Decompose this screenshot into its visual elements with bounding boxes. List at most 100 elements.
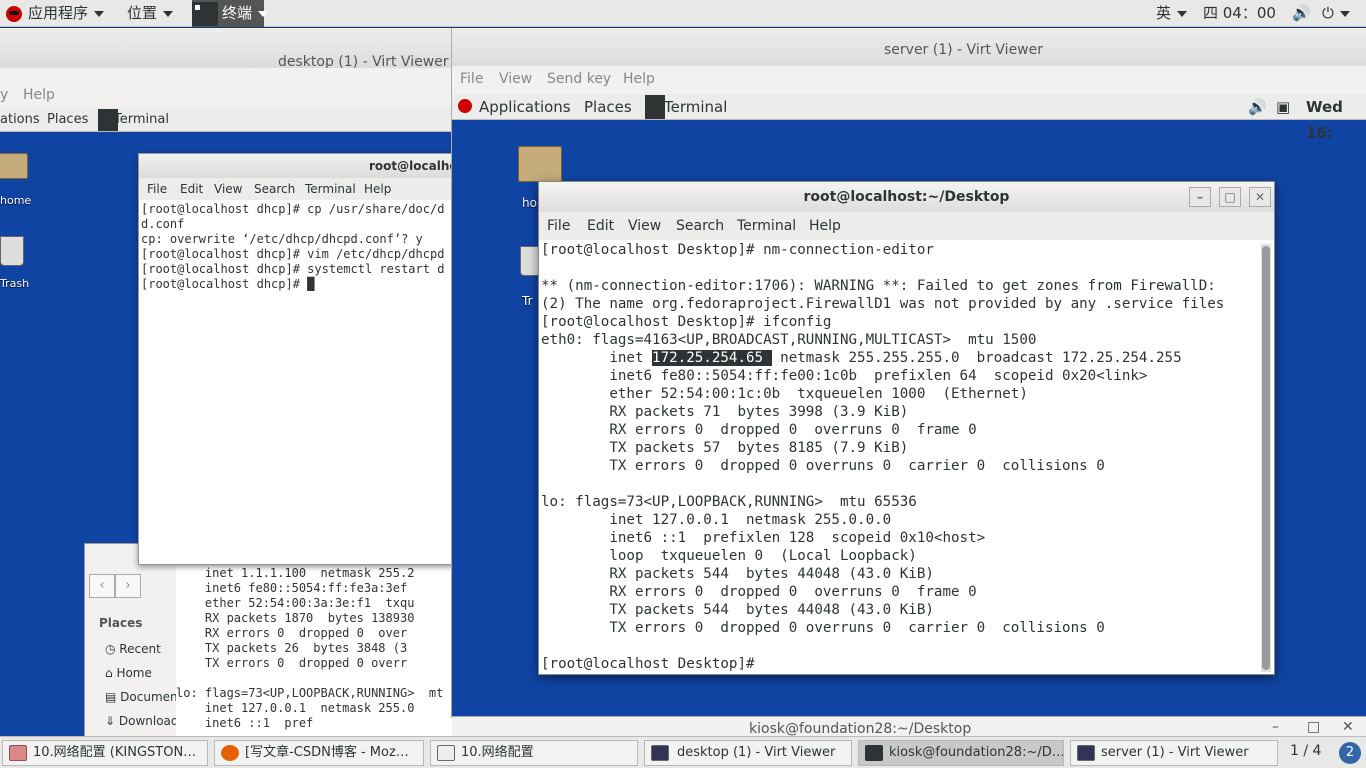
close-button[interactable]: ✕ bbox=[1342, 719, 1354, 735]
menu-help[interactable]: Help bbox=[623, 66, 655, 92]
task-label: server (1) - Virt Viewer bbox=[1101, 745, 1249, 760]
close-button[interactable]: ✕ bbox=[1249, 187, 1271, 207]
document-icon bbox=[9, 745, 27, 761]
terminal-output[interactable]: [root@localhost Desktop]# nm-connection-… bbox=[541, 241, 1261, 673]
menu-file[interactable]: File bbox=[547, 212, 570, 240]
home-folder-icon[interactable] bbox=[0, 153, 28, 179]
sidebar-item-recent[interactable]: ◷ Recent bbox=[105, 642, 161, 656]
menu-edit[interactable]: Edit bbox=[587, 212, 614, 240]
guest-applications-menu[interactable]: ations bbox=[0, 108, 40, 132]
menu-view[interactable]: View bbox=[214, 178, 242, 200]
menu-edit[interactable]: Edit bbox=[180, 178, 203, 200]
terminal-line: [root@localhost Desktop]# bbox=[541, 656, 755, 672]
task-kiosk-terminal[interactable]: kiosk@foundation28:~/D… bbox=[858, 740, 1064, 766]
notification-badge[interactable]: 2 bbox=[1339, 742, 1361, 764]
guest-terminal-menu[interactable]: Terminal bbox=[664, 94, 727, 120]
places-menu[interactable]: 位置 bbox=[127, 0, 174, 27]
guest-applications-menu[interactable]: Applications bbox=[479, 94, 571, 120]
scrollbar-thumb[interactable] bbox=[1262, 246, 1270, 670]
window-titlebar[interactable]: server (1) - Virt Viewer bbox=[452, 28, 1366, 66]
input-method-label: 英 bbox=[1156, 4, 1172, 22]
clock[interactable]: 四 04：00 bbox=[1203, 0, 1276, 27]
document-icon: ▤ bbox=[105, 690, 121, 704]
terminal-line: [root@localhost Desktop]# nm-connection-… bbox=[541, 242, 934, 258]
terminal-line: TX packets 26 bytes 3848 (3 bbox=[176, 641, 408, 655]
sidebar-item-downloads[interactable]: ⇓ Downloads bbox=[105, 714, 185, 726]
sidebar-item-label: Document bbox=[120, 690, 183, 704]
workspace-indicator[interactable]: 1 / 4 bbox=[1290, 743, 1321, 759]
guest-display[interactable]: ations Places Terminal home Trash ‹ › Pl… bbox=[0, 108, 452, 738]
home-folder-icon[interactable] bbox=[518, 146, 562, 182]
trash-icon[interactable] bbox=[0, 236, 24, 266]
terminal-line: inet 127.0.0.1 netmask 255.0.0.0 bbox=[541, 512, 892, 528]
taskbar: 10.网络配置 (KINGSTON… [写文章-CSDN博客 - Moz… 10… bbox=[0, 736, 1366, 768]
chevron-down-icon bbox=[94, 10, 105, 17]
power-icon[interactable]: ⏻ bbox=[1322, 0, 1350, 27]
menu-search[interactable]: Search bbox=[676, 212, 724, 240]
terminal-line: RX errors 0 dropped 0 over bbox=[176, 626, 408, 640]
task-firefox[interactable]: [写文章-CSDN博客 - Moz… bbox=[214, 740, 424, 766]
menu-help[interactable]: Help bbox=[364, 178, 391, 200]
sidebar-item-documents[interactable]: ▤ Document bbox=[105, 690, 182, 704]
task-server-viewer[interactable]: server (1) - Virt Viewer bbox=[1070, 740, 1278, 766]
selected-ip-address[interactable]: 172.25.254.65 bbox=[652, 350, 772, 366]
menu-view[interactable]: View bbox=[628, 212, 661, 240]
task-desktop-viewer[interactable]: desktop (1) - Virt Viewer bbox=[644, 740, 852, 766]
terminal-menu[interactable]: ▪ 终端 bbox=[192, 0, 269, 27]
menu-bar: File View Send key Help bbox=[452, 66, 1366, 94]
volume-icon[interactable]: 🔊 bbox=[1292, 0, 1311, 27]
volume-icon[interactable]: 🔊 bbox=[1248, 94, 1267, 120]
terminal-titlebar[interactable]: root@localhost:~/Desktop – □ ✕ bbox=[539, 182, 1274, 212]
menu-send-key[interactable]: Send key bbox=[547, 66, 611, 92]
maximize-button[interactable]: □ bbox=[1307, 719, 1320, 735]
guest-display[interactable]: Applications Places Terminal 🔊 ▣ Wed 16:… bbox=[452, 94, 1366, 718]
guest-places-menu[interactable]: Places bbox=[47, 108, 88, 132]
guest-places-menu[interactable]: Places bbox=[584, 94, 632, 120]
terminal-line: RX packets 71 bytes 3998 (3.9 KiB) bbox=[541, 404, 909, 420]
terminal-output[interactable]: [root@localhost dhcp]# cp /usr/share/doc… bbox=[141, 202, 444, 292]
minimize-button[interactable]: – bbox=[1272, 719, 1279, 735]
document-icon bbox=[437, 745, 455, 761]
menu-view[interactable]: View bbox=[499, 66, 532, 92]
terminal-line: inet6 ::1 prefixlen 128 scopeid 0x10<hos… bbox=[541, 530, 986, 546]
terminal-icon: ▪ bbox=[192, 1, 218, 26]
menu-search[interactable]: Search bbox=[254, 178, 295, 200]
terminal-titlebar[interactable]: root@localhos bbox=[139, 154, 452, 178]
window-titlebar[interactable]: desktop (1) - Virt Viewer bbox=[0, 28, 452, 70]
menu-file[interactable]: File bbox=[147, 178, 167, 200]
kiosk-terminal-window[interactable]: kiosk@foundation28:~/Desktop – □ ✕ bbox=[452, 716, 1366, 738]
terminal-menu-bar: File Edit View Search Terminal Help bbox=[539, 212, 1274, 240]
server-virt-viewer-window: server (1) - Virt Viewer File View Send … bbox=[451, 28, 1366, 718]
guest-terminal-window[interactable]: root@localhost:~/Desktop – □ ✕ File Edit… bbox=[538, 181, 1275, 675]
guest-terminal-window[interactable]: root@localhos File Edit View Search Term… bbox=[138, 153, 452, 565]
guest-terminal-menu[interactable]: Terminal bbox=[114, 108, 169, 132]
back-icon[interactable]: ‹ bbox=[89, 574, 115, 598]
terminal-menu-bar: File Edit View Search Terminal Help bbox=[139, 178, 452, 200]
sidebar-item-home[interactable]: ⌂ Home bbox=[105, 666, 152, 680]
applications-label: 应用程序 bbox=[28, 4, 89, 22]
maximize-button[interactable]: □ bbox=[1219, 187, 1241, 207]
input-method-menu[interactable]: 英 bbox=[1156, 0, 1188, 27]
home-icon-label: home bbox=[0, 194, 32, 207]
display-icon[interactable]: ▣ bbox=[1276, 94, 1290, 120]
minimize-button[interactable]: – bbox=[1189, 187, 1211, 207]
terminal-line: RX errors 0 dropped 0 overruns 0 frame 0 bbox=[541, 584, 977, 600]
task-network-config-doc[interactable]: 10.网络配置 (KINGSTON… bbox=[2, 740, 208, 766]
scrollbar[interactable] bbox=[1261, 244, 1271, 672]
menu-help[interactable]: Help bbox=[809, 212, 841, 240]
terminal-line: TX errors 0 dropped 0 overruns 0 carrier… bbox=[541, 620, 1105, 636]
clock-icon: ◷ bbox=[105, 642, 120, 656]
terminal-line: [root@localhost dhcp]# vim /etc/dhcp/dhc… bbox=[141, 247, 445, 261]
menu-terminal[interactable]: Terminal bbox=[737, 212, 796, 240]
terminal-line: RX packets 544 bytes 44048 (43.0 KiB) bbox=[541, 566, 934, 582]
menu-terminal[interactable]: Terminal bbox=[305, 178, 356, 200]
guest-clock[interactable]: Wed 16: bbox=[1306, 94, 1366, 146]
terminal-line: inet6 fe80::5054:ff:fe3a:3ef bbox=[176, 581, 408, 595]
applications-menu[interactable]: 应用程序 bbox=[6, 0, 105, 27]
forward-icon[interactable]: › bbox=[115, 574, 141, 598]
chevron-down-icon bbox=[1339, 10, 1350, 17]
task-label: kiosk@foundation28:~/D… bbox=[889, 745, 1064, 760]
task-network-config[interactable]: 10.网络配置 bbox=[430, 740, 638, 766]
menu-file[interactable]: File bbox=[460, 66, 483, 92]
